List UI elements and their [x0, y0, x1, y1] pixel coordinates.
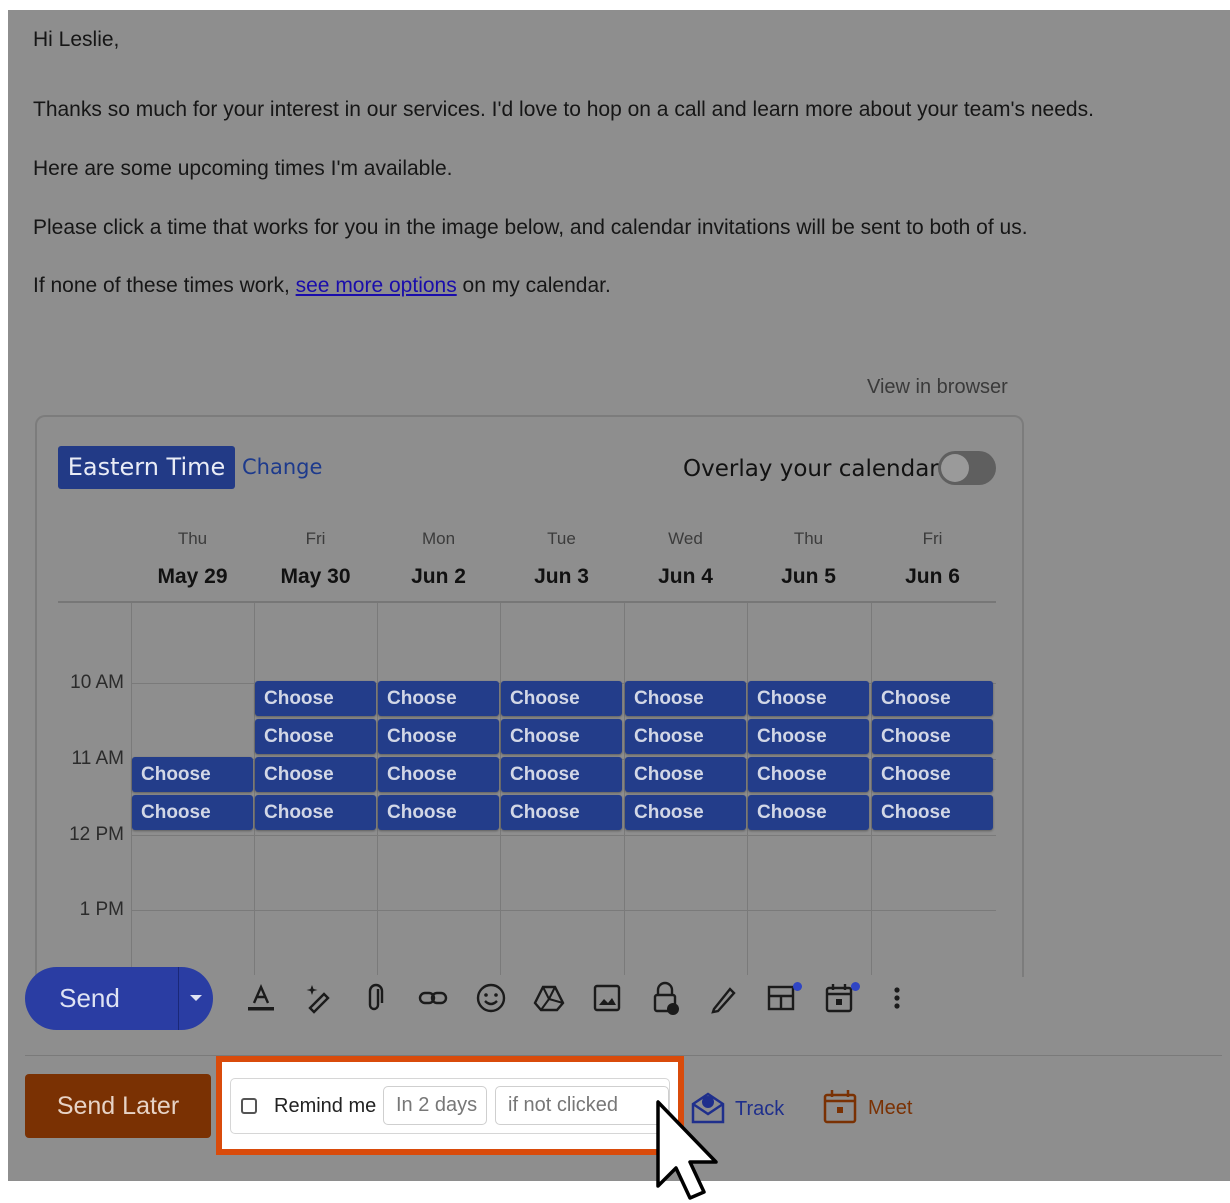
time-label: 11 AM [71, 748, 124, 769]
send-options-dropdown[interactable] [180, 967, 213, 1030]
choose-time-slot-button[interactable]: Choose [501, 795, 622, 830]
signature-pen-icon[interactable] [704, 979, 742, 1017]
choose-time-slot-button[interactable]: Choose [501, 719, 622, 754]
choose-time-slot-button[interactable]: Choose [872, 795, 993, 830]
day-of-week-label: Fri [305, 529, 326, 548]
choose-time-slot-button[interactable]: Choose [872, 757, 993, 792]
overlay-calendar-label: Overlay your calendar [683, 456, 939, 482]
choose-time-slot-button[interactable]: Choose [255, 681, 376, 716]
choose-time-slot-button[interactable]: Choose [872, 719, 993, 754]
choose-time-slot-button[interactable]: Choose [501, 681, 622, 716]
choose-time-slot-button[interactable]: Choose [625, 681, 746, 716]
timezone-badge: Eastern Time [58, 446, 235, 489]
track-label[interactable]: Track [735, 1098, 784, 1121]
overlay-calendar-toggle[interactable] [938, 451, 996, 485]
send-later-button[interactable]: Send Later [25, 1074, 211, 1138]
choose-time-slot-button[interactable]: Choose [748, 681, 869, 716]
chevron-down-icon [190, 995, 202, 1001]
day-date-label: Jun 4 [658, 565, 713, 588]
change-timezone-link[interactable]: Change [242, 455, 322, 479]
meet-button[interactable] [820, 1086, 860, 1126]
choose-time-slot-button[interactable]: Choose [378, 757, 499, 792]
email-paragraph-options: If none of these times work, see more op… [33, 274, 611, 298]
choose-time-slot-button[interactable]: Choose [748, 795, 869, 830]
choose-time-slot-button[interactable]: Choose [872, 681, 993, 716]
choose-time-slot-button[interactable]: Choose [501, 757, 622, 792]
day-date-label: May 30 [280, 565, 351, 588]
meet-calendar-icon [823, 1090, 857, 1124]
more-options-icon[interactable] [878, 979, 916, 1017]
day-of-week-label: Thu [793, 529, 824, 548]
meet-label[interactable]: Meet [868, 1097, 912, 1120]
day-date-label: Jun 3 [534, 565, 589, 588]
new-feature-dot [793, 982, 802, 991]
remind-me-panel: Remind me In 2 days if not clicked [216, 1056, 684, 1155]
view-in-browser-link[interactable]: View in browser [867, 376, 1008, 399]
image-icon[interactable] [588, 979, 626, 1017]
options-prefix-text: If none of these times work, [33, 274, 296, 297]
choose-time-slot-button[interactable]: Choose [255, 719, 376, 754]
remind-condition-select[interactable]: if not clicked [495, 1086, 669, 1125]
choose-time-slot-button[interactable]: Choose [625, 719, 746, 754]
header-divider [58, 601, 996, 603]
day-date-label: May 29 [157, 565, 228, 588]
time-label: 1 PM [79, 899, 124, 920]
text-format-icon[interactable] [242, 979, 280, 1017]
see-more-options-link[interactable]: see more options [296, 274, 457, 297]
remind-delay-select[interactable]: In 2 days [383, 1086, 487, 1125]
hour-line [131, 910, 996, 911]
link-icon[interactable] [414, 979, 452, 1017]
send-divider [178, 967, 179, 1030]
confidential-lock-icon[interactable] [646, 979, 684, 1017]
choose-time-slot-button[interactable]: Choose [255, 757, 376, 792]
choose-time-slot-button[interactable]: Choose [625, 795, 746, 830]
day-of-week-label: Fri [922, 529, 943, 548]
choose-time-slot-button[interactable]: Choose [132, 795, 253, 830]
choose-time-slot-button[interactable]: Choose [625, 757, 746, 792]
email-paragraph-availability: Here are some upcoming times I'm availab… [33, 157, 453, 180]
remind-me-label: Remind me [274, 1095, 377, 1117]
send-button[interactable]: Send [25, 967, 154, 1030]
magic-pen-icon[interactable] [300, 979, 338, 1017]
choose-time-slot-button[interactable]: Choose [748, 719, 869, 754]
time-label: 12 PM [69, 824, 124, 845]
hour-line [131, 835, 996, 836]
new-feature-dot [851, 982, 860, 991]
choose-time-slot-button[interactable]: Choose [748, 757, 869, 792]
drive-icon[interactable] [530, 979, 568, 1017]
time-label: 10 AM [70, 672, 124, 693]
day-date-label: Jun 6 [905, 565, 960, 588]
day-of-week-label: Wed [668, 529, 703, 548]
emoji-icon[interactable] [472, 979, 510, 1017]
choose-time-slot-button[interactable]: Choose [255, 795, 376, 830]
email-greeting: Hi Leslie, [33, 28, 120, 51]
mouse-pointer-icon [656, 1100, 718, 1200]
attach-icon[interactable] [356, 979, 394, 1017]
choose-time-slot-button[interactable]: Choose [378, 719, 499, 754]
toggle-knob [941, 454, 969, 482]
remind-me-box: Remind me In 2 days if not clicked [230, 1078, 670, 1134]
email-paragraph-instructions: Please click a time that works for you i… [33, 216, 1028, 239]
day-of-week-label: Thu [177, 529, 208, 548]
day-of-week-label: Tue [547, 529, 576, 548]
choose-time-slot-button[interactable]: Choose [378, 681, 499, 716]
email-paragraph-interest: Thanks so much for your interest in our … [33, 98, 1094, 121]
remind-me-checkbox[interactable] [241, 1098, 257, 1114]
day-date-label: Jun 5 [781, 565, 836, 588]
day-of-week-label: Mon [421, 529, 456, 548]
choose-time-slot-button[interactable]: Choose [132, 757, 253, 792]
options-suffix-text: on my calendar. [456, 274, 611, 297]
choose-time-slot-button[interactable]: Choose [378, 795, 499, 830]
day-date-label: Jun 2 [411, 565, 466, 588]
send-button-group: Send [25, 967, 213, 1030]
